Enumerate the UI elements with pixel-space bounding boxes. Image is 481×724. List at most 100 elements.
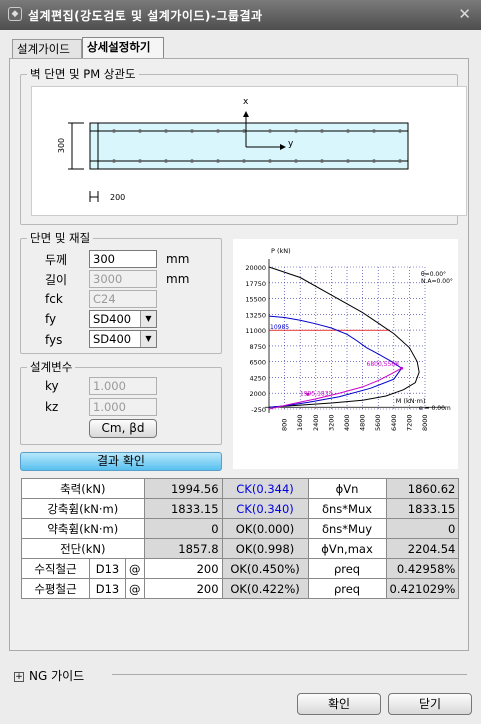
red-line-label: 10985 <box>270 324 289 331</box>
design-vars-legend: 설계변수 <box>27 360 76 374</box>
tab-detail-settings[interactable]: 상세설정하기 <box>82 37 164 59</box>
chevron-down-icon[interactable]: ▼ <box>140 311 156 327</box>
x-axis-label: M (kN·m) <box>396 397 426 405</box>
rebar-dot <box>190 159 194 163</box>
result-check: OK(0.998) <box>221 538 309 559</box>
ng-divider <box>112 674 467 675</box>
fys-select[interactable]: SD400 ▼ <box>89 330 157 348</box>
thickness-unit: mm <box>166 252 190 266</box>
rebar-dot <box>164 159 168 163</box>
pm-chart-svg: 20000 17750 15500 13250 11000 8750 6500 4250 200… <box>245 247 453 431</box>
y-tick-label: 15500 <box>245 296 266 304</box>
rebar-dot <box>320 159 324 163</box>
dim-height-label: 300 <box>57 137 67 154</box>
rebar-dot <box>190 129 194 133</box>
result-value2: 2204.54 <box>385 538 460 559</box>
y-tick-label: 11000 <box>245 327 266 335</box>
ky-input[interactable]: 1.000 <box>89 377 157 395</box>
y-tick-label: 13250 <box>245 311 266 319</box>
axis-y-label: y <box>288 139 294 149</box>
y-tick-label: 17750 <box>245 280 266 288</box>
rebar-dot <box>164 129 168 133</box>
axis-x-label: x <box>243 97 249 107</box>
table-row: 약축휨(kN·m) 0 OK(0.000) δns*Muy 0 <box>21 518 460 539</box>
close-button[interactable]: 닫기 <box>388 693 472 715</box>
fck-label: fck <box>45 292 63 306</box>
result-value2: 0 <box>385 518 460 539</box>
design-vars-group: 설계변수 ky 1.000 kz 1.000 Cm, βd <box>20 360 222 445</box>
plus-box-icon[interactable]: + <box>14 671 24 682</box>
kz-input[interactable]: 1.000 <box>89 398 157 416</box>
rebar-dot <box>320 129 324 133</box>
result-check-button[interactable]: 결과 확인 <box>20 452 222 471</box>
length-label: 길이 <box>45 273 68 287</box>
ok-button[interactable]: 확인 <box>297 693 381 715</box>
result-value2: 1833.15 <box>385 498 460 519</box>
cm-bd-button[interactable]: Cm, βd <box>89 419 157 438</box>
result-label2: δns*Mux <box>307 498 387 519</box>
x-tick-label: 3200 <box>327 414 335 431</box>
point-label: 6800,5568 <box>367 361 400 368</box>
result-value: 1994.56 <box>143 478 223 499</box>
rebar-dot <box>112 129 116 133</box>
rebar-spacing: 200 <box>143 558 223 579</box>
result-label: 축력(kN) <box>21 478 145 499</box>
x-tick-label: 5600 <box>374 414 382 431</box>
legend-theta: θ=0.00° <box>421 271 446 278</box>
window-title: 설계편집(강도검토 및 설계가이드)-그룹결과 <box>28 9 263 23</box>
length-input[interactable]: 3000 <box>89 270 157 288</box>
rebar-req-label: ρreq <box>307 558 387 579</box>
capacity-point <box>400 366 404 370</box>
ng-guide-label: NG 가이드 <box>29 669 85 683</box>
rebar-dot <box>346 159 350 163</box>
thickness-label: 두께 <box>45 253 68 267</box>
thickness-input[interactable]: 300 <box>89 250 157 268</box>
rebar-dot <box>112 159 116 163</box>
result-label2: ϕVn,max <box>307 538 387 559</box>
fck-input[interactable]: C24 <box>89 290 157 308</box>
result-check: OK(0.000) <box>221 518 309 539</box>
rebar-dot <box>138 159 142 163</box>
fy-select[interactable]: SD400 ▼ <box>89 310 157 328</box>
app-icon: ◆ <box>8 7 22 21</box>
fys-select-value: SD400 <box>93 332 132 346</box>
wall-section-svg <box>68 111 409 202</box>
result-label: 강축휨(kN·m) <box>21 498 145 519</box>
rebar-dot <box>372 159 376 163</box>
y-axis-label: P (kN) <box>271 247 291 255</box>
result-label2: ϕVn <box>307 478 387 499</box>
x-tick-label: 4800 <box>359 414 367 431</box>
section-drawing: 300 200 x y <box>31 86 467 216</box>
zero-e-label: e = 0.00m <box>419 405 451 412</box>
y-tick-label: -250 <box>251 406 266 414</box>
rebar-at: @ <box>125 558 145 579</box>
rebar-label: 수평철근 <box>21 578 90 599</box>
material-legend: 단면 및 재질 <box>27 231 94 245</box>
rebar-dot <box>242 129 246 133</box>
y-tick-label: 20000 <box>245 264 266 272</box>
rebar-dot <box>294 159 298 163</box>
section-view-legend: 벽 단면 및 PM 상관도 <box>27 67 139 81</box>
chevron-down-icon[interactable]: ▼ <box>140 331 156 347</box>
dim-spacing-label: 200 <box>110 193 126 202</box>
y-tick-label: 2000 <box>249 390 266 398</box>
ng-guide-toggle[interactable]: + NG 가이드 <box>14 667 84 684</box>
kz-label: kz <box>45 400 59 414</box>
rebar-check: OK(0.422%) <box>221 578 309 599</box>
rebar-label: 수직철근 <box>21 558 90 579</box>
rebar-bar: D13 <box>89 558 126 579</box>
x-tick-label: 1600 <box>296 414 304 431</box>
length-unit: mm <box>166 272 190 286</box>
close-icon[interactable]: ✕ <box>458 5 471 23</box>
rebar-req-label: ρreq <box>307 578 387 599</box>
rebar-req-value: 0.421029% <box>385 578 460 599</box>
point-label: 1995,1833 <box>300 390 333 397</box>
rebar-dot <box>398 159 402 163</box>
result-value: 1857.8 <box>143 538 223 559</box>
design-point <box>306 392 310 396</box>
rebar-dot <box>346 129 350 133</box>
x-tick-label: 7200 <box>405 414 413 431</box>
ky-label: ky <box>45 379 59 393</box>
tab-design-guide[interactable]: 설계가이드 <box>12 39 82 59</box>
result-value: 1833.15 <box>143 498 223 519</box>
